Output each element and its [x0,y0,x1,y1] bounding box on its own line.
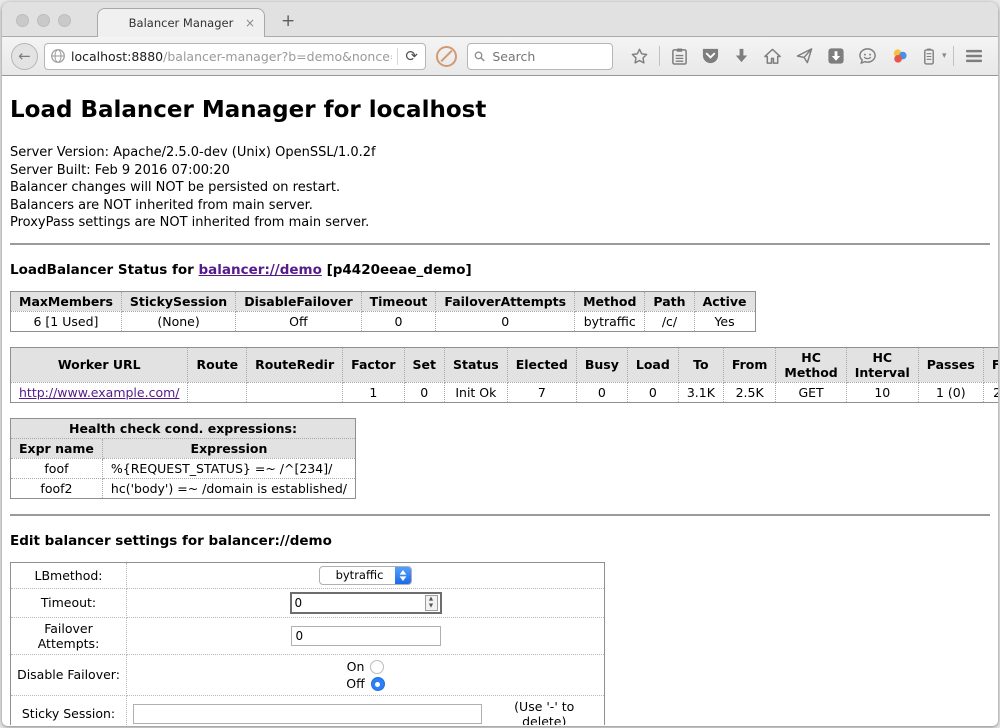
bookmark-star-icon[interactable] [623,47,655,66]
worker-row: http://www.example.com/ 1 0 Init Ok 7 0 … [11,382,999,402]
toolbar-icons: ▾ [623,46,998,66]
search-input[interactable] [490,48,606,65]
divider [10,514,990,516]
browser-tab[interactable]: Balancer Manager × [97,8,265,37]
reading-list-icon[interactable] [664,47,694,66]
failover-on-radio[interactable] [370,660,384,674]
table-header-row: Expr name Expression [11,438,356,458]
home-icon[interactable] [756,47,788,65]
chat-smiley-icon[interactable] [851,47,883,65]
new-tab-button[interactable]: + [281,13,295,30]
search-bar[interactable] [467,43,613,70]
close-window-button[interactable] [16,14,29,27]
tab-title: Balancer Manager [129,16,234,30]
downloads-icon[interactable] [726,47,756,65]
worker-url-link[interactable]: http://www.example.com/ [19,385,179,400]
persist-notice: Balancer changes will NOT be persisted o… [10,179,990,197]
balancer-demo-link[interactable]: balancer://demo [199,262,322,278]
zoom-window-button[interactable] [58,14,71,27]
browser-window: Balancer Manager × + ← localhost:8880/ba… [2,2,998,726]
url-input[interactable]: localhost:8880/balancer-manager?b=demo&n… [71,49,392,64]
sticky-session-label: Sticky Session: [11,695,127,725]
page-content: Load Balancer Manager for localhost Serv… [2,76,998,725]
back-button[interactable]: ← [11,43,38,70]
pocket-icon[interactable] [694,47,726,65]
colored-dots-extension-icon[interactable] [883,47,915,65]
number-spinner-icon[interactable]: ▲▼ [425,595,438,611]
failover-on-label: On [347,659,365,674]
lbmethod-label: LBmethod: [11,562,127,588]
table-header-row: MaxMembers StickySession DisableFailover… [11,291,756,311]
blocked-content-icon[interactable] [436,46,457,67]
paper-plane-icon[interactable] [788,47,820,65]
tab-bar: Balancer Manager × + [2,2,998,37]
balancer-settings-form: LBmethod: bytraffic Timeout: [10,562,605,726]
table-header-row: Worker URL Route RouteRedir Factor Set S… [11,347,999,382]
timeout-field: ▲▼ [290,592,442,614]
menu-button[interactable] [958,48,991,64]
health-check-title: Health check cond. expressions: [11,418,356,438]
reload-button[interactable]: ⟳ [403,49,420,64]
failover-attempts-label: Failover Attempts: [11,617,127,654]
navigation-toolbar: ← localhost:8880/balancer-manager?b=demo… [2,37,998,76]
server-version: Server Version: Apache/2.5.0-dev (Unix) … [10,144,990,162]
balancer-status-table: MaxMembers StickySession DisableFailover… [10,291,756,332]
table-row: 6 [1 Used] (None) Off 0 0 bytraffic /c/ … [11,311,756,331]
window-controls [16,14,71,27]
minimize-window-button[interactable] [37,14,50,27]
page-title: Load Balancer Manager for localhost [10,97,990,123]
proxypass-notice: ProxyPass settings are NOT inherited fro… [10,214,990,232]
server-built: Server Built: Feb 9 2016 07:00:20 [10,162,990,180]
table-row: foof %{REQUEST_STATUS} =~ /^[234]/ [11,458,356,478]
lbmethod-select[interactable]: bytraffic [319,566,413,585]
select-stepper-icon [395,567,411,584]
divider [10,243,990,245]
back-icon: ← [18,47,31,65]
close-tab-icon[interactable]: × [245,17,255,29]
table-row: foof2 hc('body') =~ /domain is establish… [11,478,356,498]
failover-attempts-input[interactable] [291,626,441,646]
edit-balancer-heading: Edit balancer settings for balancer://de… [10,533,990,549]
sticky-session-input[interactable] [133,704,482,724]
health-check-table: Health check cond. expressions: Expr nam… [10,418,356,499]
failover-off-label: Off [346,676,364,691]
square-download-icon[interactable] [820,47,851,65]
worker-table: Worker URL Route RouteRedir Factor Set S… [10,347,998,403]
sticky-session-hint: (Use '-' to delete) [490,699,598,726]
timeout-input[interactable] [292,596,425,610]
url-bar[interactable]: localhost:8880/balancer-manager?b=demo&n… [44,43,426,70]
timeout-label: Timeout: [11,588,127,617]
disable-failover-label: Disable Failover: [11,654,127,695]
loadbalancer-status-heading: LoadBalancer Status for balancer://demo … [10,262,990,278]
battery-extension-icon[interactable] [915,47,942,66]
globe-icon [50,48,66,64]
extension-dropdown-caret[interactable]: ▾ [942,51,949,61]
inherit-notice: Balancers are NOT inherited from main se… [10,197,990,215]
tiles-extension-icon[interactable] [991,47,998,66]
failover-off-radio[interactable] [371,677,385,691]
search-icon [474,50,485,63]
